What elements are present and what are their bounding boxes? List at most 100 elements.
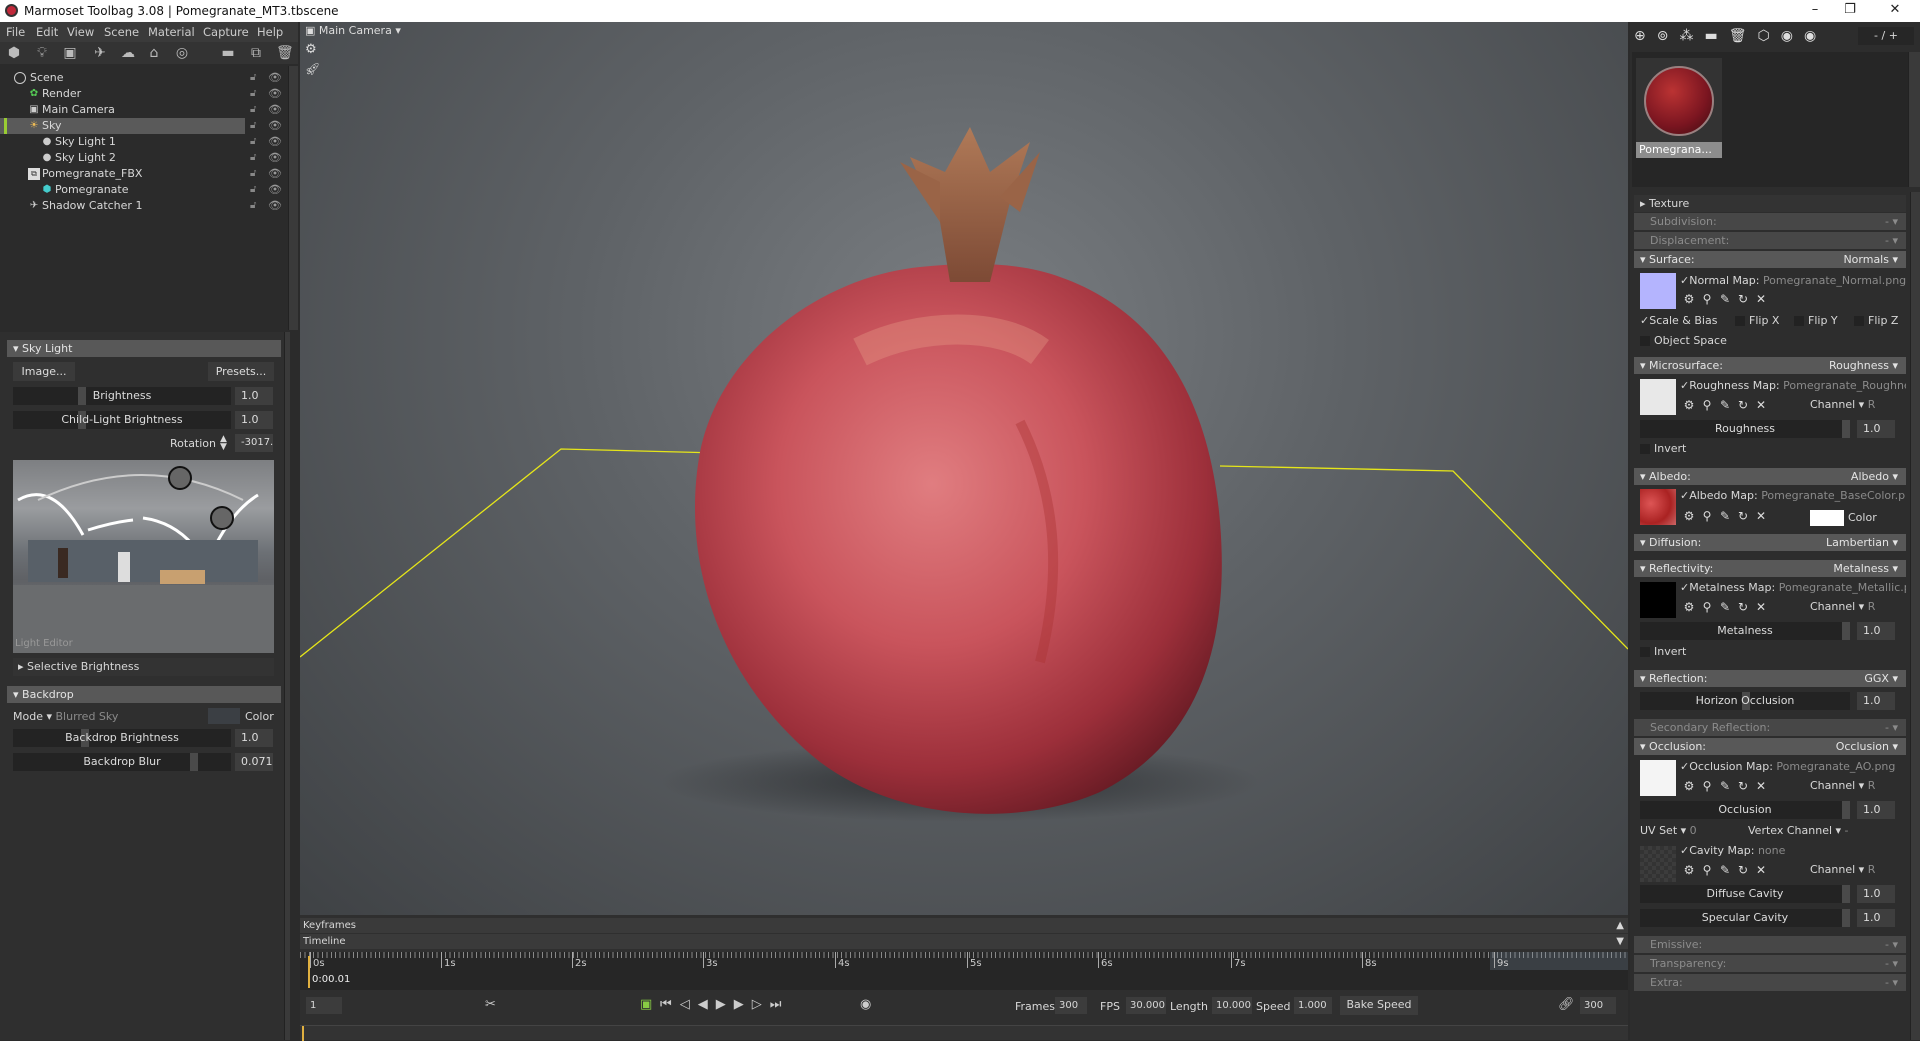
secondary-reflection-header[interactable]: Secondary Reflection: - ▾ bbox=[1634, 719, 1906, 736]
gear-icon[interactable]: ⚙ bbox=[1680, 863, 1698, 877]
play-icon[interactable]: ▶ bbox=[716, 997, 734, 1012]
normal-map-row[interactable]: ✓Normal Map: Pomegranate_Normal.png bbox=[1680, 274, 1906, 287]
pencil-icon[interactable]: ✎ bbox=[1716, 600, 1734, 614]
frames-field[interactable]: 300 bbox=[1055, 997, 1087, 1014]
uv-set-dropdown[interactable]: UV Set ▾ 0 bbox=[1640, 824, 1697, 837]
search-icon[interactable]: ⚲ bbox=[1698, 600, 1716, 614]
sky-panorama-preview[interactable]: Light Editor bbox=[13, 460, 274, 653]
roughness-invert-checkbox[interactable]: Invert bbox=[1640, 442, 1686, 455]
gear-icon[interactable]: ⚙ bbox=[1680, 600, 1698, 614]
horizon-occlusion-slider[interactable]: Horizon Occlusion bbox=[1640, 692, 1850, 710]
menu-view[interactable]: View bbox=[67, 25, 94, 39]
eye-icon[interactable]: 👁︎ bbox=[268, 86, 282, 102]
occlusion-field[interactable]: 1.0 bbox=[1857, 801, 1895, 819]
folder-icon[interactable]: ▬ bbox=[220, 45, 236, 61]
search-icon[interactable]: ⚲ bbox=[1698, 779, 1716, 793]
add-audio-icon[interactable]: ◎ bbox=[174, 45, 190, 61]
tree-item-sky-light-2[interactable]: ● Sky Light 2 🔓︎ 👁︎ bbox=[0, 150, 288, 166]
eye-icon[interactable]: 👁︎ bbox=[268, 166, 282, 182]
step-back-icon[interactable]: ◀ bbox=[698, 997, 716, 1012]
current-frame-field[interactable]: 1 bbox=[306, 997, 342, 1014]
reload-icon[interactable]: ↻ bbox=[1734, 779, 1752, 793]
cavity-map-swatch[interactable] bbox=[1640, 846, 1676, 882]
render-rocket-icon[interactable]: 🚀︎ bbox=[305, 62, 320, 76]
albedo-header[interactable]: ▾ Albedo: Albedo ▾ bbox=[1634, 468, 1906, 485]
roughness-map-row[interactable]: ✓Roughness Map: Pomegranate_Roughness bbox=[1680, 379, 1906, 392]
range-marker[interactable] bbox=[1490, 952, 1628, 970]
assign-material-icon[interactable]: ⬡ bbox=[1757, 28, 1780, 44]
gear-icon[interactable]: ⚙ bbox=[1680, 779, 1698, 793]
brightness-field[interactable]: 1.0 bbox=[235, 387, 273, 405]
close-icon[interactable]: ✕ bbox=[1752, 292, 1770, 306]
skip-start-icon[interactable]: ⏮ bbox=[660, 997, 680, 1012]
sky-light-header[interactable]: ▾ Sky Light bbox=[7, 340, 281, 357]
lock-icon[interactable]: 🔓︎ bbox=[250, 102, 256, 118]
end-frame-field[interactable]: 300 bbox=[1580, 997, 1616, 1014]
child-light-brightness-field[interactable]: 1.0 bbox=[235, 411, 273, 429]
eye-icon[interactable]: 👁︎ bbox=[268, 70, 282, 86]
prev-key-icon[interactable]: ◁ bbox=[680, 997, 698, 1012]
microsurface-header[interactable]: ▾ Microsurface: Roughness ▾ bbox=[1634, 357, 1906, 374]
keyframes-bar[interactable]: Keyframes ▲ bbox=[300, 918, 1628, 933]
material-page-control[interactable]: - / + bbox=[1858, 27, 1914, 45]
backdrop-color-swatch[interactable] bbox=[208, 708, 240, 724]
menu-edit[interactable]: Edit bbox=[36, 25, 58, 39]
albedo-color-swatch[interactable] bbox=[1810, 510, 1844, 526]
selective-brightness-toggle[interactable]: ▸ Selective Brightness bbox=[13, 658, 274, 676]
diffuse-cavity-field[interactable]: 1.0 bbox=[1857, 885, 1895, 903]
scissors-icon[interactable]: ✂ bbox=[485, 997, 496, 1012]
search-icon[interactable]: ⚲ bbox=[1698, 863, 1716, 877]
menu-capture[interactable]: Capture bbox=[203, 25, 249, 39]
roughness-map-swatch[interactable] bbox=[1640, 379, 1676, 415]
fps-field[interactable]: 30.000 bbox=[1126, 997, 1166, 1014]
surface-header[interactable]: ▾ Surface: Normals ▾ bbox=[1634, 251, 1906, 268]
pencil-icon[interactable]: ✎ bbox=[1716, 509, 1734, 523]
pencil-icon[interactable]: ✎ bbox=[1716, 398, 1734, 412]
close-icon[interactable]: ✕ bbox=[1752, 509, 1770, 523]
lock-icon[interactable]: 🔓︎ bbox=[250, 86, 256, 102]
tree-item-main-camera[interactable]: ▣ Main Camera 🔓︎ 👁︎ bbox=[0, 102, 288, 118]
step-forward-icon[interactable]: ▶ bbox=[734, 997, 752, 1012]
metalness-slider[interactable]: Metalness bbox=[1640, 622, 1850, 640]
delete-icon[interactable]: 🗑︎ bbox=[276, 45, 294, 61]
reflection-header[interactable]: ▾ Reflection: GGX ▾ bbox=[1634, 670, 1906, 687]
child-light-brightness-slider[interactable]: Child-Light Brightness bbox=[13, 411, 231, 429]
loop-icon[interactable]: ▣ bbox=[640, 997, 652, 1012]
playhead[interactable] bbox=[308, 956, 310, 988]
camera-selector[interactable]: ▣ Main Camera ▾ bbox=[305, 24, 401, 37]
lock-icon[interactable]: 🔓︎ bbox=[250, 182, 256, 198]
reload-icon[interactable]: ↻ bbox=[1734, 600, 1752, 614]
menu-help[interactable]: Help bbox=[257, 25, 283, 39]
metalness-field[interactable]: 1.0 bbox=[1857, 622, 1895, 640]
minimize-button[interactable]: – bbox=[1800, 2, 1830, 17]
backdrop-blur-slider[interactable]: Backdrop Blur bbox=[13, 753, 231, 771]
albedo-map-swatch[interactable] bbox=[1640, 489, 1676, 525]
eye-icon[interactable]: 👁︎ bbox=[268, 182, 282, 198]
tree-item-render[interactable]: ✿ Render 🔓︎ 👁︎ bbox=[0, 86, 288, 102]
close-icon[interactable]: ✕ bbox=[1752, 779, 1770, 793]
vertex-channel-dropdown[interactable]: Vertex Channel ▾ - bbox=[1748, 824, 1849, 837]
cavity-map-row[interactable]: ✓Cavity Map: none bbox=[1680, 844, 1785, 857]
backdrop-blur-field[interactable]: 0.071 bbox=[235, 753, 273, 771]
delete-icon[interactable]: 🗑︎ bbox=[1729, 28, 1758, 44]
brightness-slider[interactable]: Brightness bbox=[13, 387, 231, 405]
flip-y-checkbox[interactable]: Flip Y bbox=[1794, 314, 1838, 327]
scale-bias-checkbox[interactable]: ✓Scale & Bias bbox=[1640, 314, 1717, 327]
metalness-map-row[interactable]: ✓Metalness Map: Pomegranate_Metallic.png bbox=[1680, 581, 1906, 594]
pencil-icon[interactable]: ✎ bbox=[1716, 292, 1734, 306]
gear-icon[interactable]: ⚙ bbox=[1680, 509, 1698, 523]
roughness-channel-dropdown[interactable]: Channel ▾ R bbox=[1810, 398, 1875, 411]
tree-item-pomegranate-fbx[interactable]: ⧉ Pomegranate_FBX 🔓︎ 👁︎ bbox=[0, 166, 288, 182]
length-field[interactable]: 10.000 bbox=[1212, 997, 1252, 1014]
occlusion-channel-dropdown[interactable]: Channel ▾ R bbox=[1810, 779, 1875, 792]
gear-icon[interactable]: ⚙ bbox=[1680, 398, 1698, 412]
flip-x-checkbox[interactable]: Flip X bbox=[1735, 314, 1779, 327]
add-light-icon[interactable]: 💡︎ bbox=[34, 45, 50, 61]
specular-cavity-slider[interactable]: Specular Cavity bbox=[1640, 909, 1850, 927]
lock-icon[interactable]: 🔓︎ bbox=[250, 70, 256, 86]
image-button[interactable]: Image... bbox=[13, 362, 75, 381]
close-icon[interactable]: ✕ bbox=[1752, 600, 1770, 614]
pencil-icon[interactable]: ✎ bbox=[1716, 779, 1734, 793]
material-grid-icon[interactable]: ⁂ bbox=[1679, 28, 1704, 44]
flip-z-checkbox[interactable]: Flip Z bbox=[1854, 314, 1898, 327]
